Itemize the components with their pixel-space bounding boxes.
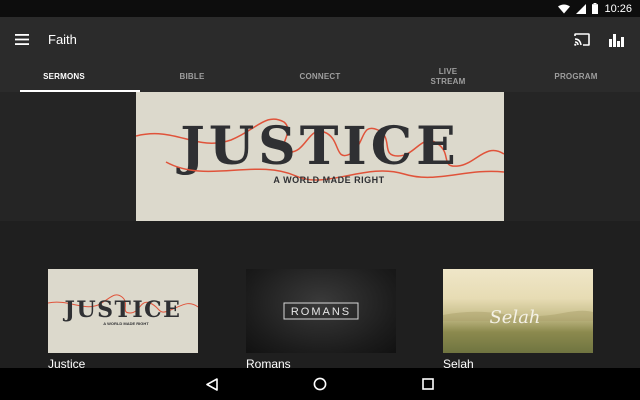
hero-subtitle: A WORLD MADE RIGHT <box>273 175 384 185</box>
status-bar: 10:26 <box>0 0 640 17</box>
hero-title: JUSTICE <box>176 116 460 177</box>
tab-bar: SERMONS BIBLE CONNECT LIVE STREAM PROGRA… <box>0 61 640 92</box>
equalizer-icon[interactable] <box>606 29 626 49</box>
signal-icon <box>576 3 587 14</box>
tab-program[interactable]: PROGRAM <box>512 61 640 92</box>
tab-connect[interactable]: CONNECT <box>256 61 384 92</box>
wifi-icon <box>558 4 571 14</box>
series-grid: JUSTICE A WORLD MADE RIGHT Justice ROMAN… <box>0 221 640 371</box>
series-card-justice[interactable]: JUSTICE A WORLD MADE RIGHT Justice <box>48 269 198 371</box>
hero-banner[interactable]: JUSTICE A WORLD MADE RIGHT <box>136 92 504 221</box>
tab-live-stream[interactable]: LIVE STREAM <box>384 61 512 92</box>
series-card-selah[interactable]: Selah Selah <box>443 269 593 371</box>
status-time: 10:26 <box>604 2 632 15</box>
system-nav-bar <box>0 368 640 400</box>
cast-icon[interactable] <box>572 29 592 49</box>
justice-art-title: JUSTICE <box>63 297 182 323</box>
series-thumbnail[interactable]: JUSTICE A WORLD MADE RIGHT <box>48 269 198 353</box>
tab-bible[interactable]: BIBLE <box>128 61 256 92</box>
back-icon[interactable] <box>200 372 224 396</box>
series-thumbnail[interactable]: Selah <box>443 269 593 353</box>
battery-icon <box>592 3 599 14</box>
series-card-romans[interactable]: ROMANS Romans <box>246 269 396 371</box>
app-screen: 10:26 Faith SERMONS BIBLE CONNECT LIVE S… <box>0 0 640 400</box>
romans-art-title: ROMANS <box>291 306 351 318</box>
home-icon[interactable] <box>308 372 332 396</box>
justice-art-subtitle: A WORLD MADE RIGHT <box>103 321 149 326</box>
series-thumbnail[interactable]: ROMANS <box>246 269 396 353</box>
menu-icon[interactable] <box>0 17 44 61</box>
selah-art-title: Selah <box>489 307 540 328</box>
recents-icon[interactable] <box>416 372 440 396</box>
app-bar: Faith <box>0 17 640 61</box>
app-actions <box>572 29 640 49</box>
app-title: Faith <box>48 31 77 47</box>
tab-sermons[interactable]: SERMONS <box>0 61 140 92</box>
